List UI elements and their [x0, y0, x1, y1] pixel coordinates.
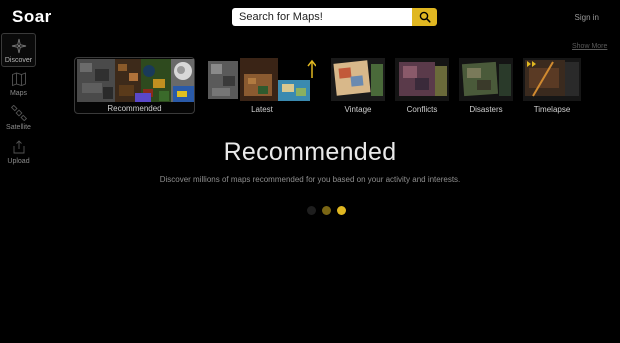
signin-link[interactable]: Sign in: [575, 13, 599, 22]
carousel-dot-active[interactable]: [337, 206, 346, 215]
category-disasters[interactable]: Disasters: [457, 57, 515, 114]
category-vintage[interactable]: Vintage: [329, 57, 387, 114]
page-subtitle: Discover millions of maps recommended fo…: [159, 175, 461, 184]
soar-logo[interactable]: Soar: [12, 7, 66, 25]
show-more-link[interactable]: Show More: [572, 43, 607, 50]
category-label: Timelapse: [533, 105, 571, 114]
conflicts-thumbnail: [395, 58, 449, 101]
sidebar-item-label: Satellite: [6, 124, 31, 131]
compass-icon: [11, 38, 26, 54]
timelapse-thumbnail: [523, 58, 581, 101]
soar-logo-mark: Soar: [12, 8, 52, 24]
search-button[interactable]: [412, 8, 437, 26]
search-bar: [232, 8, 437, 26]
category-label: Recommended: [107, 104, 162, 113]
recommended-thumbnail: [77, 59, 194, 102]
search-icon: [419, 11, 431, 23]
vintage-thumbnail: [331, 58, 385, 101]
category-label: Disasters: [469, 105, 503, 114]
disasters-thumbnail: [459, 58, 513, 101]
category-label: Latest: [251, 105, 273, 114]
category-row: Recommended Latest Vintage Conflicts Dis…: [0, 57, 620, 117]
carousel-dot[interactable]: [307, 206, 316, 215]
category-label: Vintage: [344, 105, 372, 114]
category-timelapse[interactable]: Timelapse: [521, 57, 583, 114]
category-label: Conflicts: [406, 105, 438, 114]
logo-text: Soar: [12, 8, 52, 24]
latest-thumbnail: [208, 58, 316, 101]
carousel-dot[interactable]: [322, 206, 331, 215]
category-latest[interactable]: Latest: [206, 57, 318, 114]
search-input[interactable]: [232, 8, 412, 26]
category-conflicts[interactable]: Conflicts: [393, 57, 451, 114]
carousel-dots: [307, 206, 346, 215]
category-recommended[interactable]: Recommended: [74, 57, 195, 114]
page-title: Recommended: [223, 138, 397, 166]
